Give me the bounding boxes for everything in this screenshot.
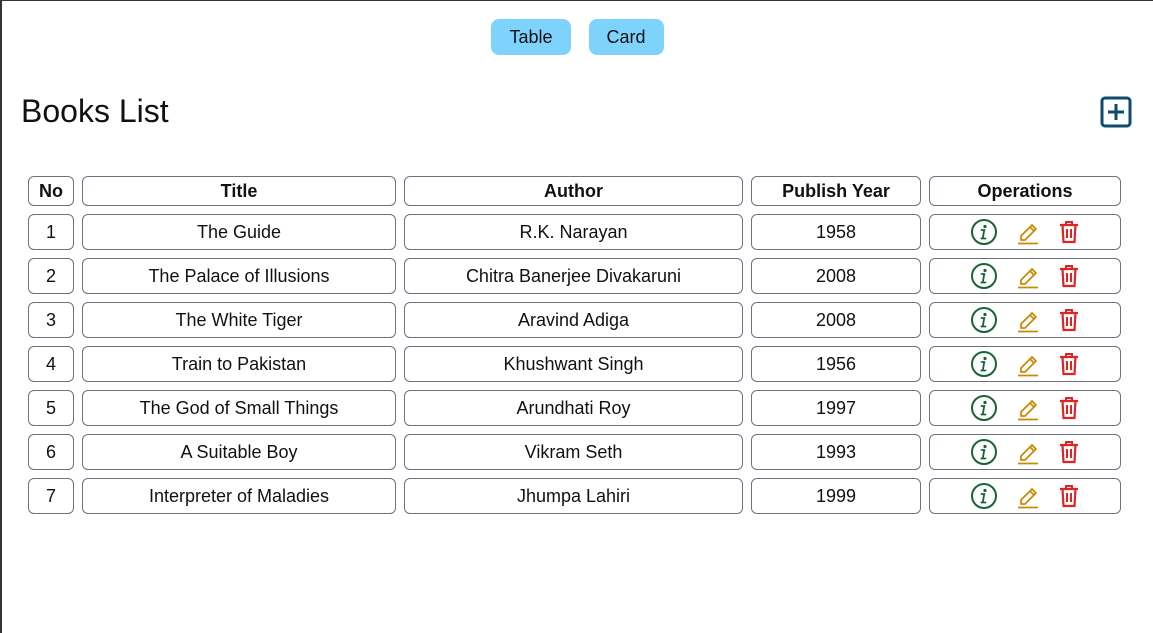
info-circle-icon[interactable] [970,306,998,334]
cell-no: 5 [28,390,74,426]
operations-group [930,218,1120,246]
trash-icon[interactable] [1058,220,1080,244]
books-table: No Title Author Publish Year Operations … [20,168,1129,522]
pencil-icon[interactable] [1016,483,1040,509]
operations-group [930,394,1120,422]
cell-title: The Guide [82,214,396,250]
add-book-button[interactable] [1100,96,1132,128]
cell-operations [929,214,1121,250]
cell-operations [929,346,1121,382]
cell-no: 1 [28,214,74,250]
cell-author: R.K. Narayan [404,214,743,250]
cell-publish-year: 1956 [751,346,921,382]
cell-operations [929,434,1121,470]
table-row: 6A Suitable Boy Vikram Seth 1993 [28,434,1121,470]
cell-author: Aravind Adiga [404,302,743,338]
view-toggle: Table Card [2,19,1153,55]
operations-group [930,306,1120,334]
card-view-button[interactable]: Card [588,19,664,55]
cell-author: Vikram Seth [404,434,743,470]
trash-icon[interactable] [1058,396,1080,420]
cell-author: Chitra Banerjee Divakaruni [404,258,743,294]
trash-icon[interactable] [1058,264,1080,288]
pencil-icon[interactable] [1016,351,1040,377]
page-title: Books List [21,93,169,129]
cell-no: 2 [28,258,74,294]
cell-no: 6 [28,434,74,470]
table-row: 4 Train to Pakistan Khushwant Singh 1956 [28,346,1121,382]
info-circle-icon[interactable] [970,218,998,246]
info-circle-icon[interactable] [970,438,998,466]
cell-author: Jhumpa Lahiri [404,478,743,514]
cell-publish-year: 1958 [751,214,921,250]
operations-group [930,262,1120,290]
pencil-icon[interactable] [1016,263,1040,289]
info-circle-icon[interactable] [970,262,998,290]
cell-author: Arundhati Roy [404,390,743,426]
table-row: 5 The God of Small Things Arundhati Roy 199… [28,390,1121,426]
column-header-author: Author [404,176,743,206]
info-circle-icon[interactable] [970,350,998,378]
table-view-button[interactable]: Table [491,19,571,55]
cell-title: The White Tiger [82,302,396,338]
table-row: 3 The White Tiger Aravind Adiga 2008 [28,302,1121,338]
info-circle-icon[interactable] [970,482,998,510]
table-header-row: No Title Author Publish Year Operations [28,176,1121,206]
pencil-icon[interactable] [1016,219,1040,245]
trash-icon[interactable] [1058,352,1080,376]
column-header-no: No [28,176,74,206]
operations-group [930,350,1120,378]
cell-publish-year: 1997 [751,390,921,426]
cell-title: Train to Pakistan [82,346,396,382]
cell-operations [929,302,1121,338]
plus-square-icon [1100,96,1132,127]
column-header-publish-year: Publish Year [751,176,921,206]
cell-no: 4 [28,346,74,382]
cell-publish-year: 2008 [751,302,921,338]
pencil-icon[interactable] [1016,307,1040,333]
operations-group [930,482,1120,510]
trash-icon[interactable] [1058,440,1080,464]
info-circle-icon[interactable] [970,394,998,422]
cell-operations [929,390,1121,426]
trash-icon[interactable] [1058,484,1080,508]
cell-title: Interpreter of Maladies [82,478,396,514]
pencil-icon[interactable] [1016,439,1040,465]
column-header-title: Title [82,176,396,206]
cell-no: 3 [28,302,74,338]
cell-operations [929,258,1121,294]
page-header: Books List [21,93,1132,130]
cell-publish-year: 1999 [751,478,921,514]
trash-icon[interactable] [1058,308,1080,332]
operations-group [930,438,1120,466]
pencil-icon[interactable] [1016,395,1040,421]
cell-no: 7 [28,478,74,514]
cell-publish-year: 1993 [751,434,921,470]
cell-title: The God of Small Things [82,390,396,426]
cell-author: Khushwant Singh [404,346,743,382]
column-header-operations: Operations [929,176,1121,206]
cell-publish-year: 2008 [751,258,921,294]
cell-title: A Suitable Boy [82,434,396,470]
cell-title: The Palace of Illusions [82,258,396,294]
cell-operations [929,478,1121,514]
table-row: 2 The Palace of Illusions Chitra Banerjee … [28,258,1121,294]
table-row: 7 Interpreter of Maladies Jhumpa Lahiri 199… [28,478,1121,514]
table-row: 1 The Guide R.K. Narayan 1958 [28,214,1121,250]
